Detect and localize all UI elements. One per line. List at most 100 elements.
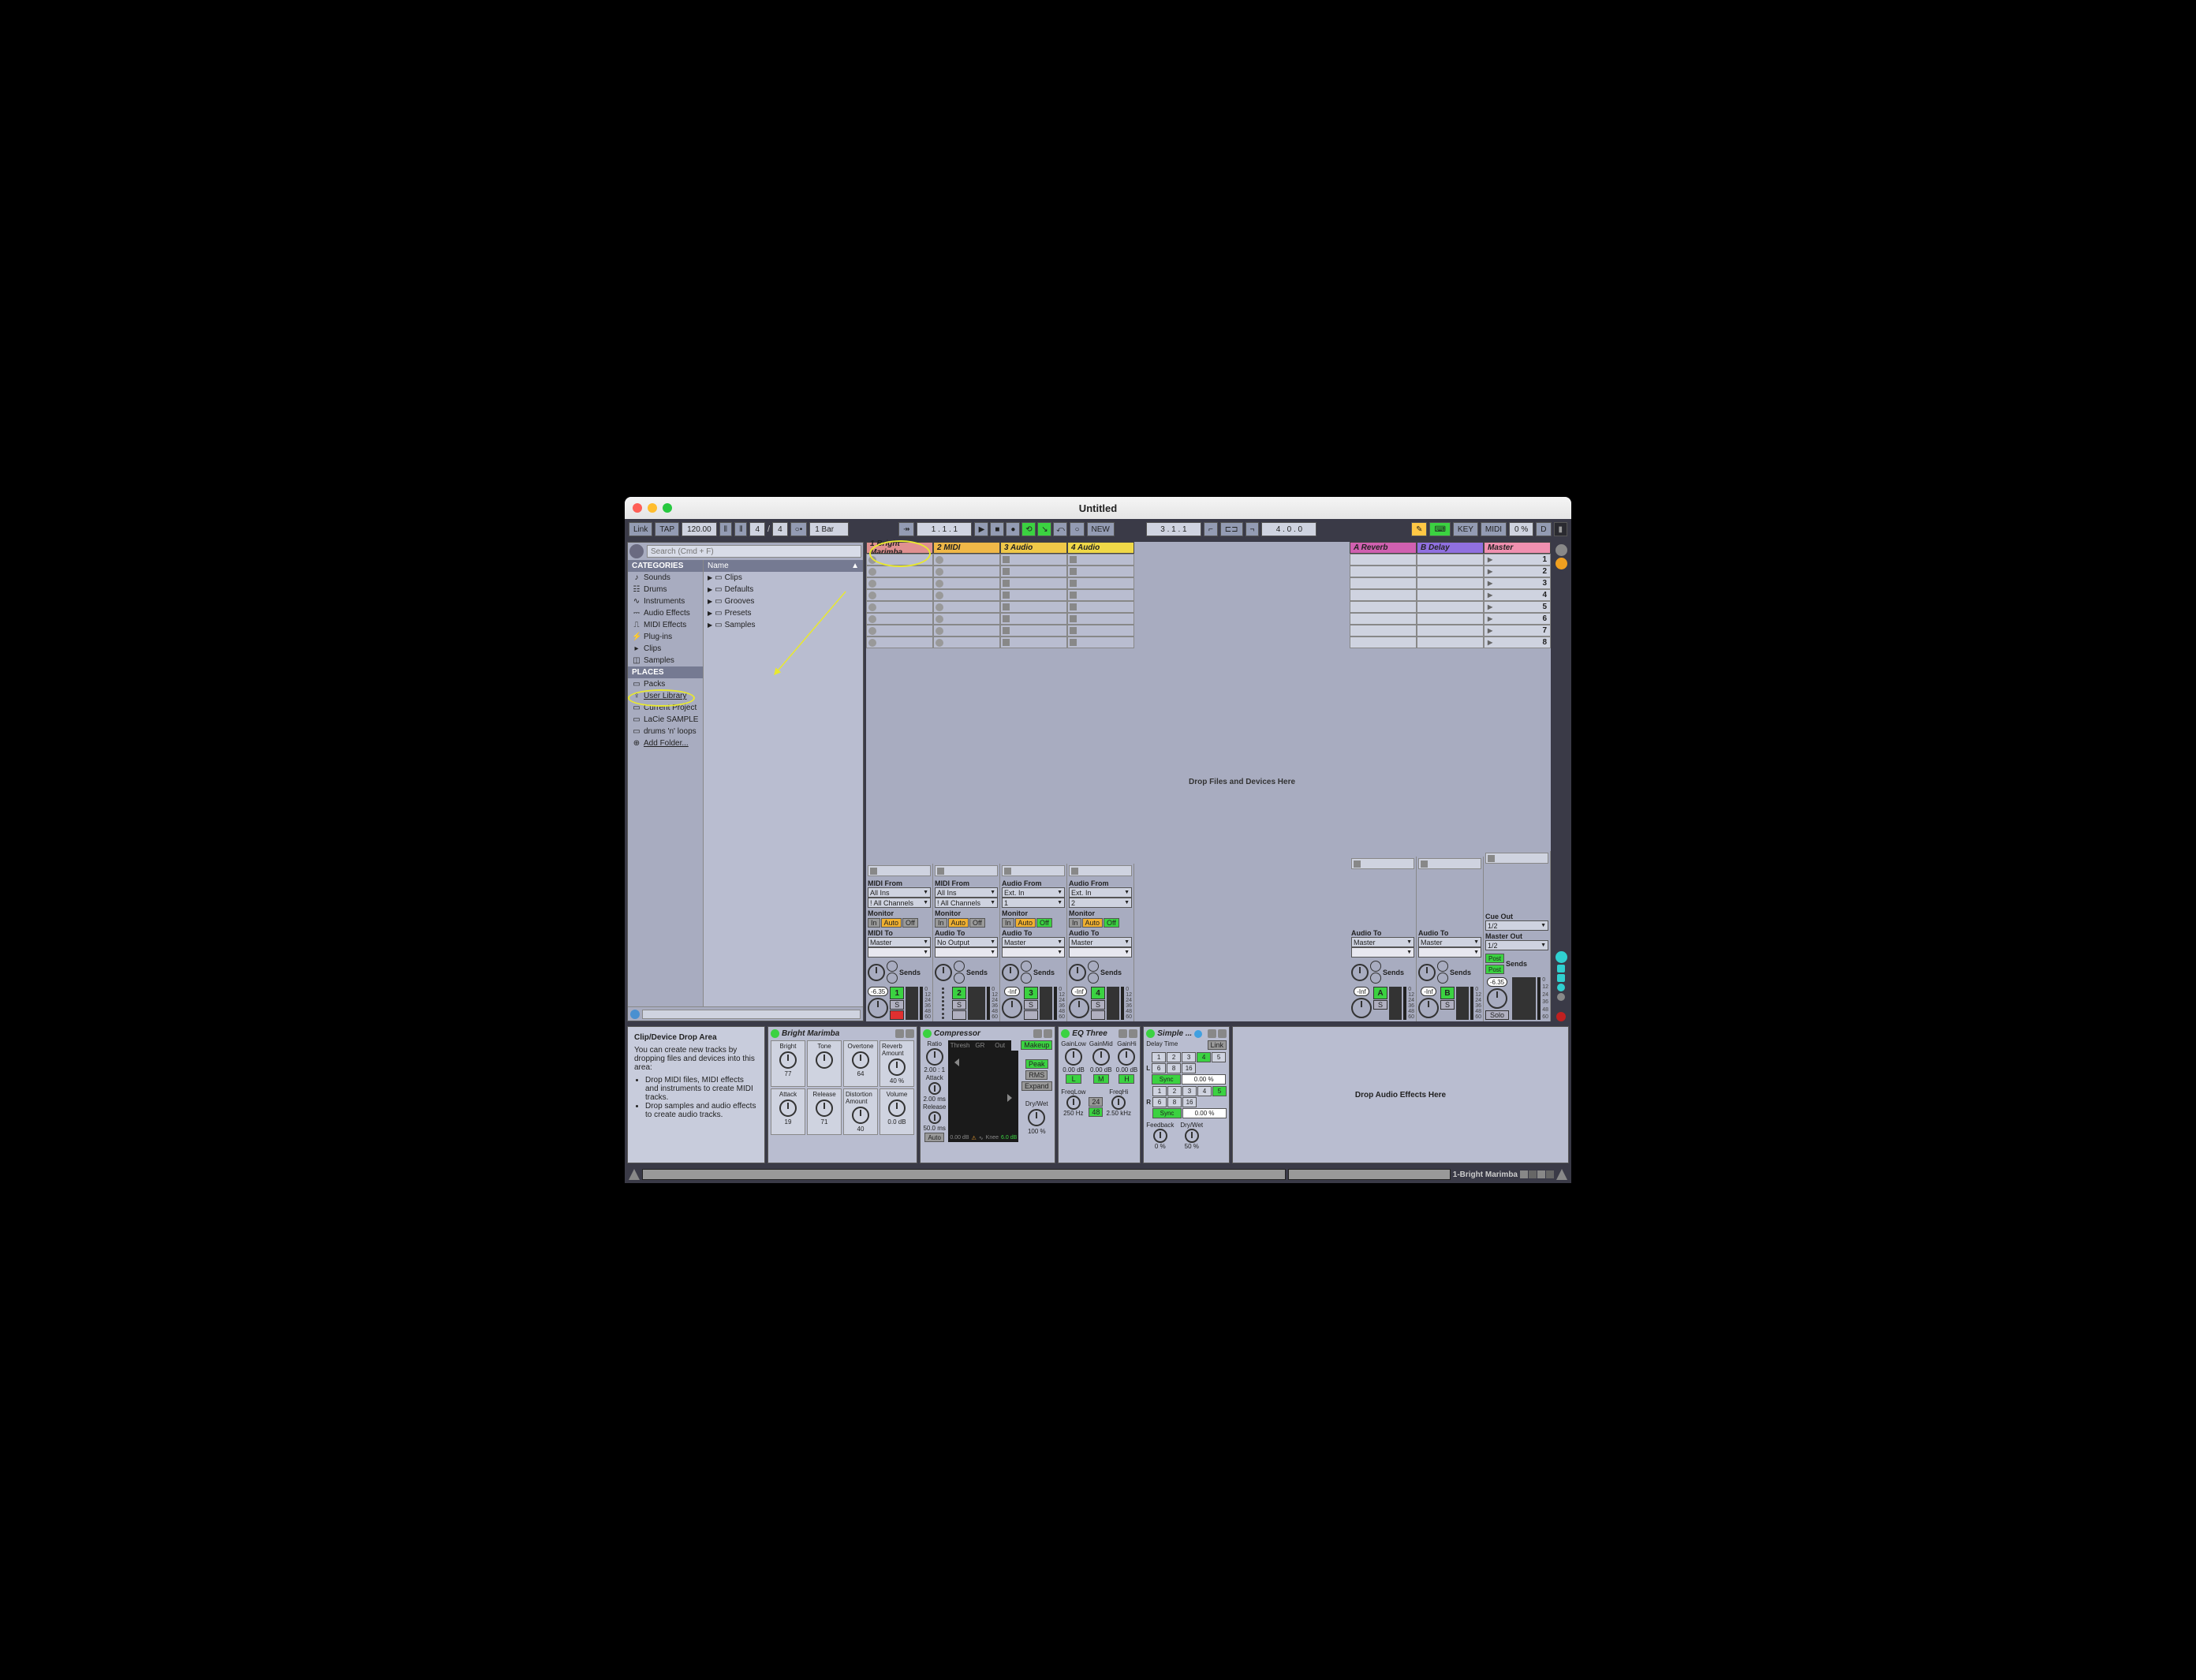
save-preset-icon[interactable] <box>1129 1029 1137 1038</box>
category-item[interactable]: ♪Sounds <box>628 572 703 584</box>
category-item[interactable]: ⎍MIDI Effects <box>628 619 703 631</box>
master-out-select[interactable]: 1/2 <box>1485 940 1548 950</box>
volume-display[interactable]: -Inf <box>1004 987 1020 996</box>
macro-knob[interactable] <box>888 1099 906 1117</box>
status-icon-3[interactable] <box>1537 1170 1545 1178</box>
io-from-select[interactable]: Ext. In <box>1002 887 1065 898</box>
overload-indicator[interactable]: D <box>1536 522 1551 536</box>
monitor-auto-button[interactable]: Auto <box>1082 918 1104 928</box>
show-hide-browser-icon[interactable] <box>629 1169 640 1180</box>
send-a-knob[interactable] <box>1370 961 1381 972</box>
clip-slot[interactable] <box>866 625 933 637</box>
io-channel-select[interactable]: 1 <box>1002 898 1065 908</box>
midi-map-button[interactable]: MIDI <box>1481 522 1507 536</box>
solo-button[interactable]: S <box>952 1000 966 1010</box>
loop-button[interactable]: ⊏⊐ <box>1220 522 1243 536</box>
place-item[interactable]: ▭Packs <box>628 678 703 690</box>
pan-knob[interactable] <box>868 964 885 981</box>
pan-knob[interactable] <box>935 964 952 981</box>
hotswap-icon[interactable] <box>1033 1029 1042 1038</box>
clip-slot[interactable] <box>933 566 1000 577</box>
tempo-field[interactable]: 120.00 <box>682 522 717 536</box>
loop-start[interactable]: 3 . 1 . 1 <box>1146 522 1201 536</box>
send-b-knob[interactable] <box>1088 973 1099 984</box>
show-hide-detail-icon[interactable] <box>1556 1169 1567 1180</box>
track-activator-button[interactable]: B <box>1440 987 1455 999</box>
category-item[interactable]: ⎓Audio Effects <box>628 607 703 619</box>
category-item[interactable]: ☷Drums <box>628 584 703 595</box>
stop-button[interactable]: ■ <box>990 522 1004 536</box>
close-icon[interactable] <box>633 503 642 513</box>
delay-beat-button[interactable]: 1 <box>1152 1052 1166 1062</box>
macro-knob[interactable] <box>852 1051 869 1069</box>
volume-knob[interactable] <box>1487 988 1507 1009</box>
delay-beat-button[interactable]: 16 <box>1182 1063 1196 1073</box>
monitor-auto-button[interactable]: Auto <box>948 918 969 928</box>
capture-button[interactable]: ○ <box>1070 522 1084 536</box>
hotswap-icon[interactable] <box>1119 1029 1127 1038</box>
low-kill-button[interactable]: L <box>1066 1074 1081 1084</box>
timesig-den[interactable]: 4 <box>772 522 788 536</box>
expand-button[interactable]: Expand <box>1021 1081 1052 1091</box>
clip-stop-row[interactable] <box>1002 865 1065 876</box>
preview-button[interactable] <box>629 544 644 558</box>
draw-mode-button[interactable]: ✎ <box>1411 522 1427 536</box>
delay-beat-button[interactable]: 6 <box>1152 1063 1166 1073</box>
hotswap-icon[interactable] <box>1208 1029 1216 1038</box>
nudge-down-button[interactable]: ⦀ <box>719 522 732 536</box>
track-header[interactable]: 3 Audio <box>1000 542 1067 554</box>
volume-fader[interactable] <box>1040 987 1052 1020</box>
track-header[interactable]: A Reverb <box>1350 542 1417 554</box>
sync-button[interactable]: Sync <box>1152 1074 1181 1085</box>
tap-button[interactable]: TAP <box>655 522 679 536</box>
volume-display[interactable]: -6.35 <box>868 987 888 996</box>
loop-length[interactable]: 4 . 0 . 0 <box>1261 522 1316 536</box>
scene-launch-button[interactable]: ▶6 <box>1484 613 1551 625</box>
hi-kill-button[interactable]: H <box>1119 1074 1134 1084</box>
status-icon-2[interactable] <box>1529 1170 1537 1178</box>
rms-button[interactable]: RMS <box>1025 1070 1048 1080</box>
arm-button[interactable] <box>1091 1010 1105 1020</box>
clip-slot[interactable] <box>1000 577 1067 589</box>
clip-slot[interactable] <box>1067 637 1134 648</box>
record-button[interactable]: ● <box>1006 522 1020 536</box>
pan-knob[interactable] <box>1002 964 1019 981</box>
monitor-in-button[interactable]: In <box>1002 918 1014 928</box>
solo-button[interactable]: S <box>1373 1000 1387 1010</box>
browser-footer-icon[interactable] <box>630 1010 640 1019</box>
monitor-auto-button[interactable]: Auto <box>1015 918 1036 928</box>
clip-slot[interactable] <box>1067 554 1134 566</box>
io-to-channel-select[interactable] <box>1002 947 1065 958</box>
pan-knob[interactable] <box>1351 964 1369 981</box>
clip-slot[interactable] <box>1067 577 1134 589</box>
send-a-knob[interactable] <box>1437 961 1448 972</box>
send-a-knob[interactable] <box>954 961 965 972</box>
io-channel-select[interactable]: ! All Channels <box>868 898 931 908</box>
io-from-select[interactable]: Ext. In <box>1069 887 1132 898</box>
clip-slot[interactable] <box>1000 601 1067 613</box>
attack-knob[interactable] <box>928 1082 941 1095</box>
macro-knob[interactable] <box>779 1099 797 1117</box>
master-header[interactable]: Master <box>1484 542 1551 554</box>
io-to-select[interactable]: Master <box>868 937 931 947</box>
monitor-off-button[interactable]: Off <box>1036 918 1052 928</box>
volume-fader[interactable] <box>1456 987 1469 1020</box>
clip-slot[interactable] <box>1067 589 1134 601</box>
timesig-num[interactable]: 4 <box>749 522 765 536</box>
threshold-handle[interactable] <box>954 1058 959 1066</box>
io-channel-select[interactable]: ! All Channels <box>935 898 998 908</box>
io-to-select[interactable]: Master <box>1002 937 1065 947</box>
scene-launch-button[interactable]: ▶7 <box>1484 625 1551 637</box>
macro-knob[interactable] <box>816 1099 833 1117</box>
output-handle[interactable] <box>1007 1094 1012 1102</box>
send-a-knob[interactable] <box>1088 961 1099 972</box>
clip-slot[interactable] <box>866 577 933 589</box>
clip-slot[interactable] <box>933 613 1000 625</box>
sync-button[interactable]: Sync <box>1152 1108 1182 1118</box>
solo-button[interactable]: S <box>890 1000 904 1010</box>
macro-knob[interactable] <box>779 1051 797 1069</box>
clip-slot[interactable] <box>1067 613 1134 625</box>
io-to-channel-select[interactable] <box>1418 947 1481 958</box>
clip-slot[interactable] <box>933 589 1000 601</box>
link-button[interactable]: Link <box>629 522 652 536</box>
